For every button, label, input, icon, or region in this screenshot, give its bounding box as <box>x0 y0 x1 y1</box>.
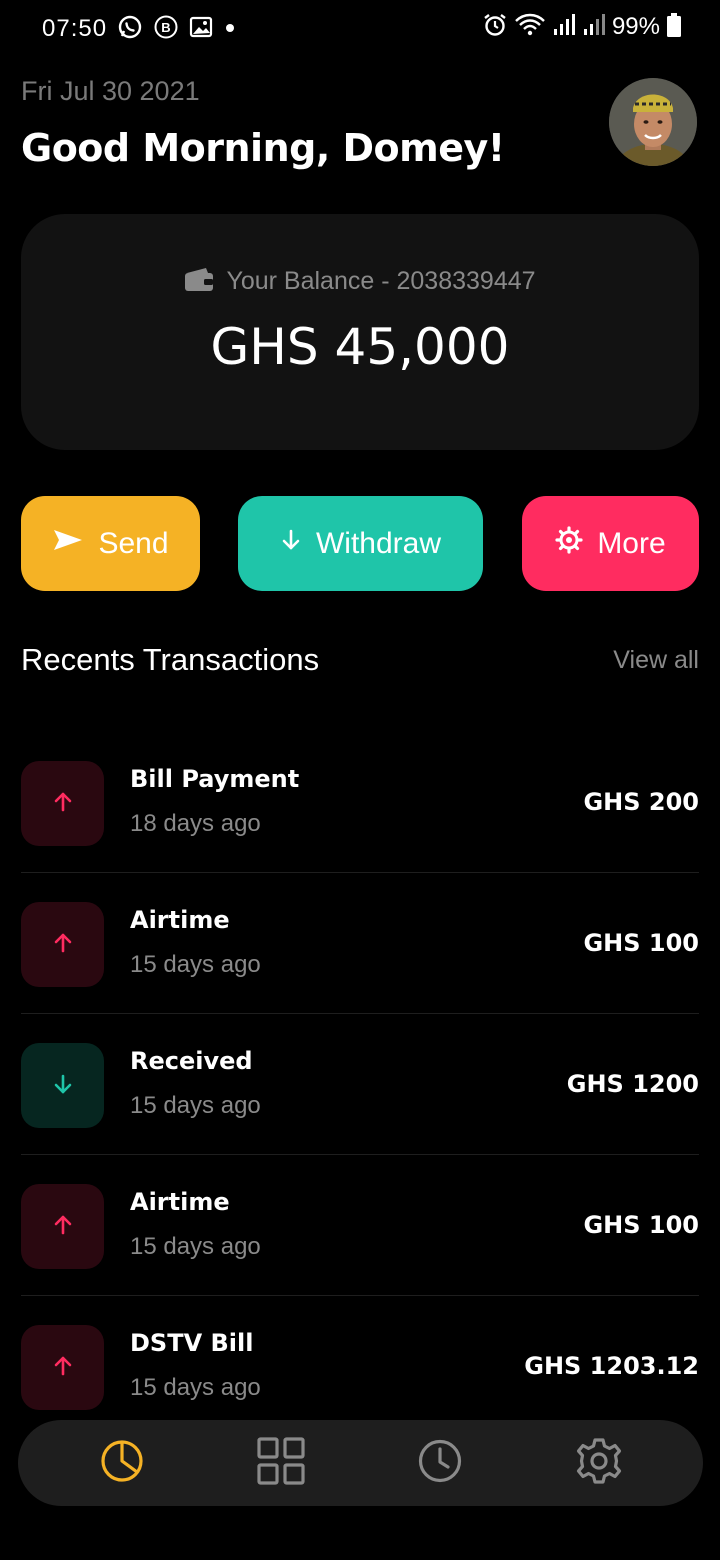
gallery-icon <box>189 15 213 43</box>
status-time: 07:50 <box>42 15 108 42</box>
send-icon <box>52 527 84 561</box>
alarm-icon <box>482 12 508 42</box>
transaction-icon-box <box>21 1184 104 1269</box>
transaction-row[interactable]: Airtime 15 days ago GHS 100 <box>21 1155 699 1296</box>
arrow-up-icon <box>52 1213 74 1241</box>
transaction-amount: GHS 100 <box>583 1211 699 1239</box>
transaction-icon-box <box>21 1325 104 1410</box>
signal-icon <box>552 12 576 42</box>
bottom-nav <box>18 1420 703 1506</box>
balance-label-row: Your Balance - 2038339447 <box>21 266 699 296</box>
transaction-icon-box <box>21 1043 104 1128</box>
arrow-down-icon <box>52 1072 74 1100</box>
cog-icon <box>555 525 583 562</box>
transaction-time: 15 days ago <box>130 951 261 978</box>
send-button[interactable]: Send <box>21 496 200 591</box>
grid-icon <box>256 1436 306 1490</box>
transaction-row[interactable]: DSTV Bill 15 days ago GHS 1203.12 <box>21 1296 699 1437</box>
wifi-icon <box>514 12 546 42</box>
balance-card: Your Balance - 2038339447 GHS 45,000 <box>21 214 699 450</box>
wallet-icon <box>184 266 214 296</box>
transaction-title: Bill Payment <box>130 765 300 793</box>
gear-icon <box>574 1436 624 1490</box>
screen: 07:50 B 99% Fri Jul 30 2021 Good Morning… <box>0 0 720 1560</box>
more-button[interactable]: More <box>522 496 699 591</box>
nav-item-dashboard[interactable] <box>92 1433 152 1493</box>
transaction-amount: GHS 1203.12 <box>524 1352 699 1380</box>
transaction-row[interactable]: Received 15 days ago GHS 1200 <box>21 1014 699 1155</box>
transaction-time: 15 days ago <box>130 1233 261 1260</box>
nav-item-settings[interactable] <box>569 1433 629 1493</box>
battery-percent: 99% <box>611 13 660 40</box>
signal-icon <box>582 12 606 42</box>
status-bar: 07:50 B 99% <box>0 0 720 56</box>
status-left: 07:50 B <box>42 14 237 44</box>
transaction-title: DSTV Bill <box>130 1329 254 1357</box>
transaction-icon-box <box>21 761 104 846</box>
transaction-amount: GHS 1200 <box>566 1070 699 1098</box>
withdraw-button[interactable]: Withdraw <box>238 496 483 591</box>
battery-icon <box>666 12 682 42</box>
view-all-link[interactable]: View all <box>613 646 699 675</box>
avatar-image <box>609 78 697 166</box>
recents-title: Recents Transactions <box>21 642 320 677</box>
withdraw-label: Withdraw <box>315 526 442 560</box>
transaction-title: Received <box>130 1047 253 1075</box>
arrow-up-icon <box>52 790 74 818</box>
arrow-down-icon <box>280 527 302 561</box>
more-label: More <box>597 526 666 560</box>
transaction-row[interactable]: Bill Payment 18 days ago GHS 200 <box>21 732 699 873</box>
transaction-row[interactable]: Airtime 15 days ago GHS 100 <box>21 873 699 1014</box>
dot-icon <box>223 20 237 39</box>
date-text: Fri Jul 30 2021 <box>21 76 200 106</box>
balance-amount: GHS 45,000 <box>210 318 510 376</box>
arrow-up-icon <box>52 1354 74 1382</box>
transaction-list: Bill Payment 18 days ago GHS 200 Airtime… <box>21 732 699 1437</box>
svg-text:B: B <box>161 20 170 35</box>
clock-icon <box>417 1438 463 1488</box>
b-badge-icon: B <box>153 14 179 44</box>
greeting-title: Good Morning, Domey! <box>21 126 505 170</box>
transaction-time: 18 days ago <box>130 810 261 837</box>
transaction-amount: GHS 200 <box>583 788 699 816</box>
transaction-amount: GHS 100 <box>583 929 699 957</box>
transaction-title: Airtime <box>130 1188 230 1216</box>
pie-chart-icon <box>99 1438 145 1488</box>
nav-item-apps[interactable] <box>251 1433 311 1493</box>
balance-label: Your Balance - 2038339447 <box>226 266 536 295</box>
transaction-time: 15 days ago <box>130 1092 261 1119</box>
transaction-title: Airtime <box>130 906 230 934</box>
whatsapp-icon <box>117 14 143 44</box>
transaction-icon-box <box>21 902 104 987</box>
send-label: Send <box>98 526 169 560</box>
transaction-time: 15 days ago <box>130 1374 261 1401</box>
arrow-up-icon <box>52 931 74 959</box>
status-right: 99% <box>482 12 682 42</box>
avatar[interactable] <box>609 78 697 166</box>
nav-item-history[interactable] <box>410 1433 470 1493</box>
